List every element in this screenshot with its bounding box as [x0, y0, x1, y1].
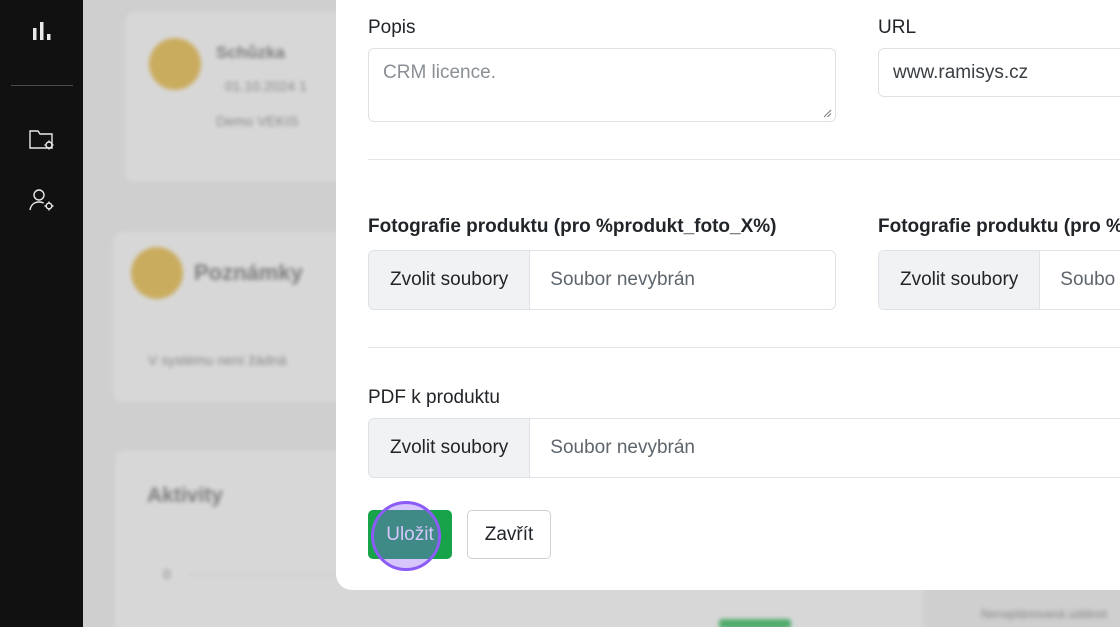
notes-title: Poznámky: [194, 260, 303, 285]
pdf-choose-button[interactable]: Zvolit soubory: [369, 419, 531, 477]
pdf-label: PDF k produktu: [368, 387, 500, 408]
meeting-sub: Demo VEKIS: [216, 113, 299, 129]
save-button[interactable]: Uložit: [368, 510, 452, 559]
popis-label: Popis: [368, 17, 416, 38]
pdf-file-input[interactable]: Zvolit soubory Soubor nevybrán: [368, 418, 1120, 478]
product-edit-modal: Popis CRM licence. URL www.ramisys.cz Fo…: [336, 0, 1120, 590]
close-button[interactable]: Zavřít: [467, 510, 551, 559]
meeting-title: Schůzka: [216, 43, 285, 62]
photo2-label: Fotografie produktu (pro %: [878, 216, 1120, 237]
photo2-file-input[interactable]: Zvolit soubory Soubo: [878, 250, 1120, 310]
meeting-avatar: [149, 38, 201, 90]
bottom-right-text: Nenaplánovaná událost: [981, 607, 1108, 621]
meeting-meta: 01.10.2024 1: [225, 78, 307, 94]
activity-axis-label: 0: [163, 566, 171, 582]
url-label: URL: [878, 17, 917, 38]
activity-bar: [719, 619, 791, 627]
photo1-file-input[interactable]: Zvolit soubory Soubor nevybrán: [368, 250, 836, 310]
bar-chart-icon[interactable]: [0, 20, 83, 42]
notes-empty-text: V systému není žádná: [148, 352, 287, 368]
popis-textarea[interactable]: CRM licence.: [368, 48, 836, 122]
pdf-no-file-text: Soubor nevybrán: [550, 437, 695, 458]
photo2-choose-button[interactable]: Zvolit soubory: [879, 251, 1041, 309]
app-sidebar: [0, 0, 83, 627]
user-settings-icon[interactable]: [0, 188, 83, 214]
photo1-choose-button[interactable]: Zvolit soubory: [369, 251, 531, 309]
activity-title: Aktivity: [147, 484, 223, 507]
popis-placeholder: CRM licence.: [383, 62, 496, 83]
url-input[interactable]: www.ramisys.cz: [878, 48, 1120, 97]
form-divider: [368, 159, 1120, 160]
photo1-label: Fotografie produktu (pro %produkt_foto_X…: [368, 216, 777, 237]
url-value: www.ramisys.cz: [893, 61, 1029, 83]
sidebar-divider: [11, 85, 73, 86]
notes-avatar: [131, 247, 183, 299]
photo2-no-file-text: Soubo: [1060, 269, 1116, 290]
resize-handle-icon[interactable]: [822, 108, 832, 118]
form-divider: [368, 347, 1120, 348]
folder-settings-icon[interactable]: [0, 127, 83, 153]
photo1-no-file-text: Soubor nevybrán: [550, 269, 695, 290]
